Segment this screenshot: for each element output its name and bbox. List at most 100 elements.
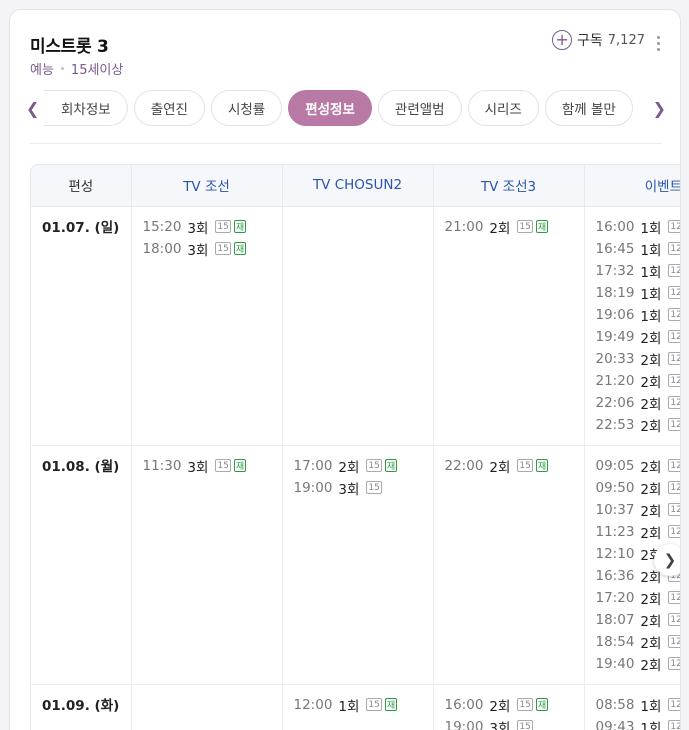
- broadcast-entry[interactable]: 22:53 2회 12: [596, 414, 680, 436]
- age-rating-badge: 12: [668, 698, 680, 711]
- broadcast-entry[interactable]: 09:43 1회 12: [595, 716, 680, 730]
- schedule-cell: 16:00 2회 15 재 19:00 3회 15: [433, 684, 585, 730]
- age-rating-badge: 12: [668, 242, 680, 255]
- broadcast-time: 16:00: [444, 696, 484, 713]
- broadcast-entry[interactable]: 19:40 2회 12: [596, 653, 680, 675]
- broadcast-entry[interactable]: 17:00 2회 15 재: [294, 455, 422, 477]
- genre-label[interactable]: 예능: [30, 59, 54, 78]
- episode-number: 1회: [640, 698, 662, 715]
- tab-5[interactable]: 시리즈: [467, 90, 539, 126]
- schedule-cell: 15:20 3회 15 재 18:00 3회 15 재: [131, 206, 283, 446]
- broadcast-entry[interactable]: 15:20 3회 15 재: [143, 216, 271, 238]
- tab-2[interactable]: 시청률: [210, 90, 283, 126]
- schedule-cell: 17:00 2회 15 재 19:00 3회 15: [282, 445, 434, 685]
- episode-number: 3회: [187, 242, 209, 259]
- broadcast-time: 18:00: [142, 240, 182, 257]
- episode-number: 2회: [489, 220, 511, 237]
- broadcast-time: 09:43: [595, 718, 635, 730]
- age-rating-badge: 12: [668, 657, 680, 670]
- age-rating-badge: 12: [668, 374, 680, 387]
- age-rating-badge: 12: [668, 525, 680, 538]
- broadcast-time: 17:32: [595, 262, 635, 279]
- age-rating-badge: 12: [668, 503, 680, 516]
- schedule-body: 01.07. (일) 15:20 3회 15 재 18:00 3회 15 재 21:00 2회 15 재…: [31, 206, 680, 730]
- broadcast-entry[interactable]: 17:20 2회 12: [596, 587, 680, 609]
- next-column-button[interactable]: ❯: [654, 544, 680, 576]
- age-rating-badge: 15: [517, 720, 533, 730]
- date-cell: 01.08. (월): [31, 445, 132, 685]
- subscribe-label: 구독: [577, 33, 603, 49]
- broadcast-entry[interactable]: 18:54 2회 12: [596, 631, 680, 653]
- program-meta: 예능 15세이상: [30, 59, 123, 78]
- schedule-cell: 21:00 2회 15 재: [433, 206, 585, 446]
- broadcast-time: 19:49: [595, 328, 635, 345]
- broadcast-entry[interactable]: 18:19 1회 12: [596, 282, 680, 304]
- age-rating-badge: 12: [668, 264, 680, 277]
- broadcast-entry[interactable]: 16:00 2회 15 재: [445, 694, 573, 716]
- episode-number: 3회: [489, 720, 511, 730]
- episode-number: 2회: [489, 459, 511, 476]
- schedule-row: 01.07. (일) 15:20 3회 15 재 18:00 3회 15 재 21:00 2회 15 재…: [31, 206, 680, 446]
- tab-3[interactable]: 편성정보: [288, 90, 372, 126]
- broadcast-entry[interactable]: 17:32 1회 12: [595, 260, 680, 282]
- schedule-cell: [131, 684, 283, 730]
- broadcast-entry[interactable]: 11:30 3회 15 재: [143, 455, 271, 477]
- broadcast-entry[interactable]: 21:00 2회 15 재: [445, 216, 573, 238]
- channel-header[interactable]: TV CHOSUN2: [282, 165, 434, 207]
- broadcast-entry[interactable]: 21:20 2회 12: [596, 370, 680, 392]
- broadcast-entry[interactable]: 12:00 1회 15 재: [294, 694, 422, 716]
- rerun-badge: 재: [233, 459, 247, 472]
- tab-bar: ❮ 회차정보 출연진 시청률 편성정보 관련앨범 시리즈 함께 볼만 ❯: [10, 90, 680, 128]
- episode-number: 2회: [640, 418, 662, 435]
- tab-6[interactable]: 함께 볼만: [544, 90, 633, 126]
- broadcast-entry[interactable]: 16:45 1회 12: [596, 238, 680, 260]
- age-rating-badge: 12: [668, 459, 680, 472]
- broadcast-entry[interactable]: 22:06 2회 12: [596, 392, 680, 414]
- tab-0[interactable]: 회차정보: [44, 90, 128, 126]
- tab-list: 회차정보 출연진 시청률 편성정보 관련앨범 시리즈 함께 볼만: [44, 90, 648, 126]
- broadcast-entry[interactable]: 19:00 3회 15: [445, 716, 573, 730]
- rerun-badge: 재: [535, 459, 549, 472]
- episode-number: 3회: [338, 481, 360, 498]
- broadcast-entry[interactable]: 18:07 2회 12: [596, 609, 680, 631]
- broadcast-time: 21:00: [444, 218, 484, 235]
- program-card: 미스트롯 3 예능 15세이상 + 구독 7,127 ❮ 회차정보 출연진 시청률 편…: [9, 9, 681, 730]
- broadcast-entry[interactable]: 20:33 2회 12: [596, 348, 680, 370]
- channel-header[interactable]: TV 조선3: [433, 165, 585, 207]
- channel-header[interactable]: 이벤트T: [584, 165, 680, 207]
- age-rating-badge: 15: [215, 220, 231, 233]
- broadcast-entry[interactable]: 19:06 1회 12: [596, 304, 680, 326]
- channel-header[interactable]: TV 조선: [131, 165, 283, 207]
- broadcast-time: 12:10: [595, 545, 635, 562]
- broadcast-time: 09:50: [595, 479, 635, 496]
- tab-4[interactable]: 관련앨범: [377, 90, 462, 126]
- episode-number: 2회: [640, 330, 662, 347]
- rerun-badge: 재: [535, 698, 549, 711]
- broadcast-entry[interactable]: 16:00 1회 12: [596, 216, 680, 238]
- episode-number: 1회: [640, 308, 662, 325]
- episode-number: 1회: [640, 242, 662, 259]
- chevron-right-icon[interactable]: ❯: [653, 99, 666, 118]
- broadcast-entry[interactable]: 09:50 2회 12: [595, 477, 680, 499]
- broadcast-entry[interactable]: 22:00 2회 15 재: [445, 455, 573, 477]
- broadcast-entry[interactable]: 18:00 3회 15 재: [143, 238, 271, 260]
- rating-label: 15세이상: [70, 63, 124, 78]
- tab-1[interactable]: 출연진: [133, 90, 205, 126]
- rerun-badge: 재: [535, 220, 549, 233]
- episode-number: 2회: [640, 591, 662, 608]
- subscribe-button[interactable]: + 구독 7,127: [552, 30, 645, 50]
- more-vertical-icon[interactable]: [657, 36, 660, 51]
- episode-number: 1회: [640, 286, 662, 303]
- age-rating-badge: 15: [517, 698, 533, 711]
- broadcast-entry[interactable]: 10:37 2회 12: [596, 499, 680, 521]
- age-rating-badge: 12: [668, 591, 680, 604]
- broadcast-entry[interactable]: 19:49 2회 12: [595, 326, 680, 348]
- subscribe-count: 7,127: [607, 32, 645, 48]
- chevron-left-icon[interactable]: ❮: [26, 99, 39, 118]
- broadcast-entry[interactable]: 09:05 2회 12: [596, 455, 680, 477]
- broadcast-entry[interactable]: 11:23 2회 12: [596, 521, 680, 543]
- broadcast-entry[interactable]: 19:00 3회 15: [294, 477, 422, 499]
- program-title[interactable]: 미스트롯 3: [30, 32, 109, 57]
- episode-number: 2회: [640, 459, 662, 476]
- broadcast-entry[interactable]: 08:58 1회 12: [596, 694, 680, 716]
